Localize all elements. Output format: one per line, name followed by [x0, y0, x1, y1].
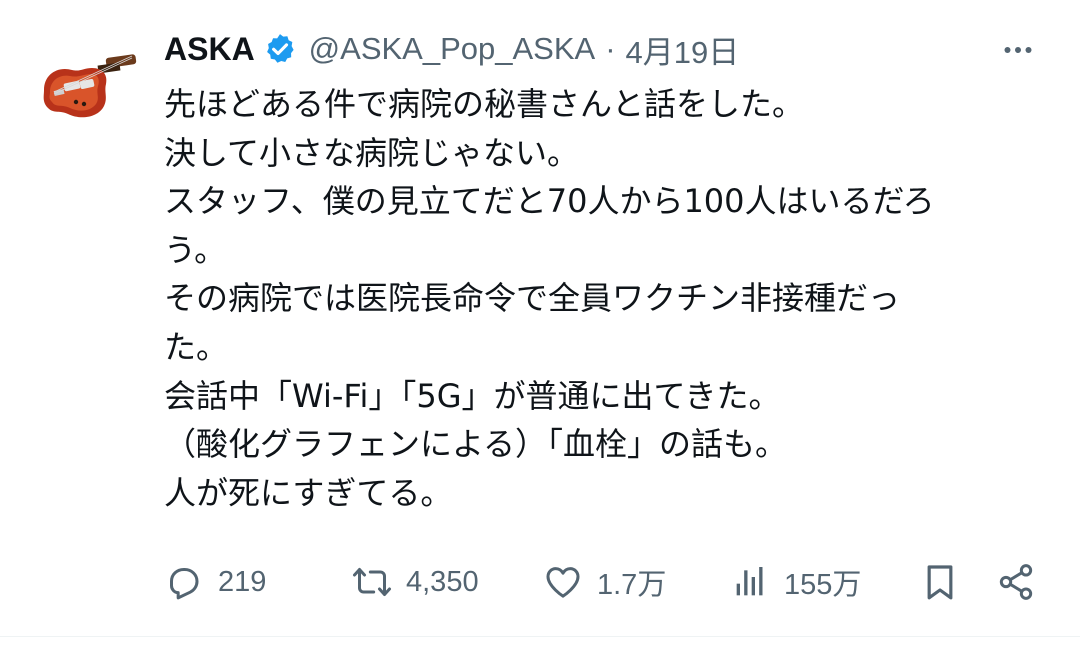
tweet-divider [0, 636, 1080, 637]
tweet-text-line: スタッフ、僕の見立てだと70人から100人はいるだろ [164, 182, 935, 221]
more-options-icon[interactable] [1000, 32, 1036, 68]
tweet-text-line: 会話中「Wi-Fi」「5G」が普通に出てきた。 [164, 376, 781, 415]
tweet-text: 先ほどある件で病院の秘書さんと話をした。 決して小さな病院じゃない。 スタッフ、… [164, 80, 1044, 517]
analytics-bars-icon [736, 567, 763, 596]
tweet-text-line: 人が死にすぎてる。 [164, 473, 453, 512]
tweet-header: ASKA @ASKA_Pop_ASKA · 4月19日 [164, 26, 1044, 72]
like-button[interactable]: 1.7万 [543, 556, 666, 608]
header-separator: · [605, 31, 616, 66]
bookmark-icon [927, 565, 953, 600]
reply-count: 219 [218, 565, 267, 598]
violin-bass-guitar-icon [43, 54, 137, 118]
bookmark-button[interactable] [920, 556, 960, 608]
tweet[interactable]: ASKA @ASKA_Pop_ASKA · 4月19日 先ほどある件で病院の秘書… [0, 0, 1080, 636]
reply-button[interactable]: 219 [164, 556, 266, 608]
retweet-icon [353, 568, 391, 596]
reply-icon [170, 568, 199, 600]
author-name[interactable]: ASKA [164, 31, 255, 68]
author-handle[interactable]: @ASKA_Pop_ASKA [309, 31, 596, 67]
heart-icon [546, 567, 580, 598]
tweet-text-line: 先ほどある件で病院の秘書さんと話をした。 [164, 85, 805, 123]
share-icon [999, 564, 1033, 600]
avatar[interactable] [36, 30, 144, 138]
tweet-date[interactable]: 4月19日 [626, 27, 740, 72]
tweet-text-line: う。 [164, 230, 227, 269]
share-button[interactable] [996, 556, 1036, 608]
like-count: 1.7万 [597, 569, 667, 601]
views-button[interactable]: 155万 [730, 556, 861, 608]
tweet-actions-bar: 219 4,350 1.7万 155万 [0, 556, 1080, 608]
tweet-text-line: 決して小さな病院じゃない。 [164, 133, 580, 172]
tweet-text-line: その病院では医院長命令で全員ワクチン非接種だっ [164, 279, 901, 318]
tweet-text-line: た。 [164, 327, 229, 366]
retweet-count: 4,350 [406, 565, 479, 598]
view-count: 155万 [784, 569, 862, 601]
tweet-text-line: （酸化グラフェンによる）「血栓」の話も。 [164, 425, 788, 464]
verified-badge-icon [263, 32, 297, 66]
retweet-button[interactable]: 4,350 [352, 556, 479, 608]
